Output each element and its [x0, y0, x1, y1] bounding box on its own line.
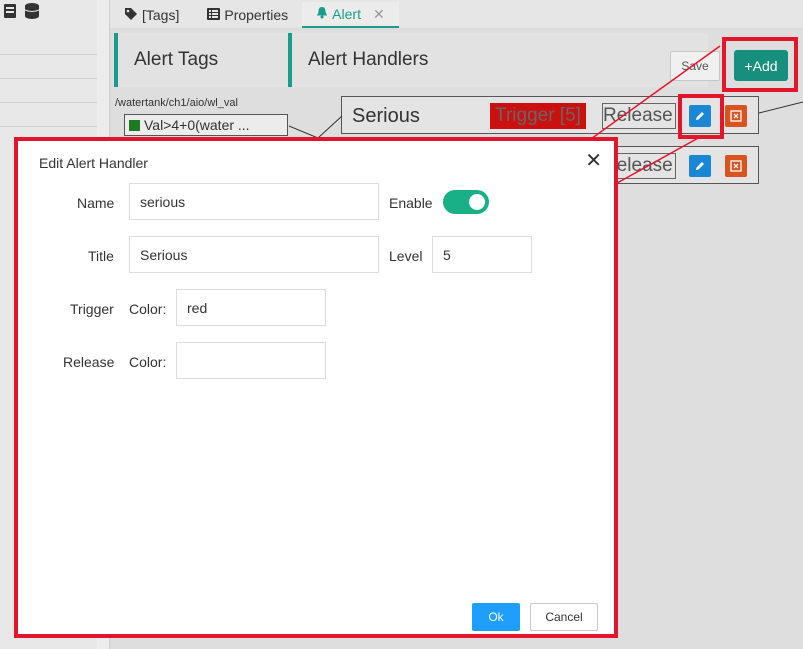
tag-status-indicator: [129, 119, 140, 131]
edit-button-highlight: [678, 94, 724, 139]
edit-alert-handler-dialog: Edit Alert Handler ✕ Name serious Enable…: [14, 137, 618, 638]
list-icon: [207, 7, 221, 23]
level-field[interactable]: 5: [432, 236, 532, 273]
sidebar-toolbar: [0, 0, 42, 26]
book-icon[interactable]: [0, 1, 20, 26]
close-icon[interactable]: ✕: [585, 151, 602, 171]
dialog-header: Edit Alert Handler ✕: [18, 141, 614, 184]
tab-properties-label: Properties: [224, 7, 289, 23]
add-button-highlight: [722, 37, 798, 92]
database-icon[interactable]: [22, 1, 42, 26]
name-label: Name: [77, 195, 115, 211]
title-field[interactable]: Serious: [129, 236, 379, 273]
tab-properties[interactable]: Properties: [193, 2, 302, 28]
enable-label: Enable: [389, 195, 433, 211]
edit-handler-button-2[interactable]: [689, 155, 711, 177]
alert-tags-heading: Alert Tags: [114, 33, 288, 87]
release-color-label: Color:: [129, 354, 167, 370]
alert-handlers-heading: Alert Handlers: [288, 33, 708, 87]
release-color-field[interactable]: [176, 342, 326, 379]
ok-button[interactable]: Ok: [472, 603, 520, 631]
tab-alert[interactable]: Alert ✕: [302, 2, 399, 28]
handler-title: Serious: [352, 105, 420, 127]
enable-toggle[interactable]: [443, 190, 489, 214]
delete-handler-button-2[interactable]: [725, 155, 747, 177]
save-button[interactable]: Save: [670, 51, 720, 81]
dialog-body: Name serious Enable Title Serious Level …: [18, 183, 614, 634]
tag-node-label: Val>4+0(water ...: [144, 117, 250, 133]
delete-icon: [730, 110, 742, 122]
level-label: Level: [389, 248, 423, 264]
tab-tags[interactable]: [Tags]: [110, 2, 193, 28]
title-label: Title: [88, 248, 114, 264]
handler-release-label: Release: [602, 103, 676, 129]
delete-handler-button[interactable]: [725, 105, 747, 127]
name-field[interactable]: serious: [129, 183, 379, 220]
dialog-title: Edit Alert Handler: [39, 155, 148, 171]
delete-icon: [730, 160, 742, 172]
toggle-knob: [469, 194, 485, 210]
alert-tag-node[interactable]: Val>4+0(water ...: [124, 114, 288, 136]
pencil-icon: [696, 162, 704, 170]
release-label: Release: [63, 354, 115, 370]
tab-alert-label: Alert: [332, 6, 361, 22]
trigger-color-label: Color:: [129, 301, 167, 317]
handler-trigger-label: Trigger [5]: [490, 103, 586, 129]
tab-close-icon[interactable]: ✕: [373, 6, 385, 23]
tag-path-label: /watertank/ch1/aio/wl_val: [115, 97, 238, 109]
cancel-button[interactable]: Cancel: [530, 603, 598, 631]
editor-tab-bar: [Tags] Properties Alert ✕: [110, 0, 803, 28]
panel-header: Alert Tags Alert Handlers Save +Add: [114, 33, 803, 87]
tags-icon: [124, 7, 138, 24]
tab-tags-label: [Tags]: [142, 7, 180, 23]
trigger-label: Trigger: [70, 301, 114, 317]
trigger-color-field[interactable]: red: [176, 289, 326, 326]
bell-icon: [316, 6, 328, 22]
